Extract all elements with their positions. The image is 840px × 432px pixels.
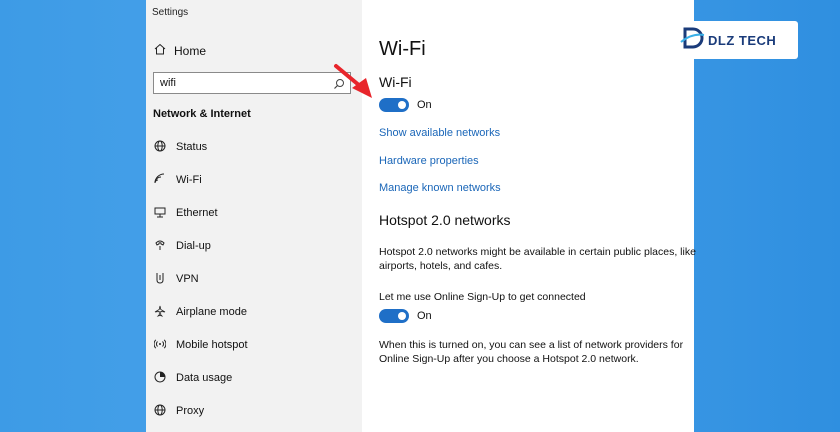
logo-mark-icon bbox=[680, 25, 706, 56]
sidebar-item-label: Airplane mode bbox=[176, 306, 247, 318]
sidebar-item-label: Wi-Fi bbox=[176, 174, 202, 186]
data-usage-icon bbox=[154, 371, 166, 386]
toggle-knob bbox=[398, 101, 406, 109]
red-arrow-annotation bbox=[334, 64, 372, 98]
globe-icon bbox=[154, 140, 166, 155]
sidebar-item-vpn[interactable]: VPN bbox=[154, 271, 199, 287]
sidebar-item-airplane-mode[interactable]: Airplane mode bbox=[154, 304, 247, 320]
section-title: Network & Internet bbox=[153, 108, 251, 120]
hotspot-icon bbox=[153, 338, 167, 353]
hotspot-description: Hotspot 2.0 networks might be available … bbox=[379, 246, 696, 272]
sidebar-item-label: Data usage bbox=[176, 372, 233, 384]
wifi-icon bbox=[154, 173, 166, 188]
hotspot-footer-text: When this is turned on, you can see a li… bbox=[379, 339, 684, 365]
search-input[interactable] bbox=[154, 77, 324, 89]
hardware-properties-link[interactable]: Hardware properties bbox=[379, 155, 479, 167]
logo-text: DLZ TECH bbox=[708, 32, 777, 48]
manage-known-networks-link[interactable]: Manage known networks bbox=[379, 182, 501, 194]
sidebar-item-label: Mobile hotspot bbox=[176, 339, 248, 351]
hotspot-heading: Hotspot 2.0 networks bbox=[379, 212, 511, 228]
wifi-toggle-label: On bbox=[417, 99, 432, 111]
app-title: Settings bbox=[152, 7, 189, 18]
sidebar-item-ethernet[interactable]: Ethernet bbox=[154, 205, 218, 221]
sidebar-item-label: Status bbox=[176, 141, 208, 153]
show-available-networks-link[interactable]: Show available networks bbox=[379, 127, 500, 139]
sidebar-item-label: Ethernet bbox=[176, 207, 218, 219]
search-box[interactable] bbox=[153, 72, 351, 94]
home-link[interactable]: Home bbox=[154, 43, 206, 58]
settings-window: Settings Home Network & Internet Status … bbox=[146, 0, 696, 432]
page-title: Wi-Fi bbox=[379, 38, 426, 60]
main-content: Wi-Fi Wi-Fi On Show available networks H… bbox=[362, 0, 696, 432]
toggle-knob bbox=[398, 312, 406, 320]
brand-logo: DLZ TECH bbox=[672, 21, 798, 59]
sidebar-item-label: VPN bbox=[176, 273, 199, 285]
dialup-icon bbox=[154, 239, 166, 254]
sidebar-item-dialup[interactable]: Dial-up bbox=[154, 238, 211, 254]
wifi-heading: Wi-Fi bbox=[379, 74, 412, 90]
home-icon bbox=[154, 43, 166, 58]
sidebar-item-data-usage[interactable]: Data usage bbox=[154, 370, 232, 386]
ethernet-icon bbox=[154, 206, 166, 221]
vpn-icon bbox=[154, 272, 166, 287]
sidebar-item-label: Proxy bbox=[176, 405, 205, 417]
sidebar-item-mobile-hotspot[interactable]: Mobile hotspot bbox=[153, 337, 248, 353]
sidebar-item-proxy[interactable]: Proxy bbox=[154, 403, 204, 419]
signup-toggle-label: On bbox=[417, 310, 432, 322]
signup-label: Let me use Online Sign-Up to get connect… bbox=[379, 291, 586, 303]
globe-icon bbox=[154, 404, 166, 419]
sidebar-item-status[interactable]: Status bbox=[154, 139, 207, 155]
wifi-toggle[interactable] bbox=[379, 98, 409, 112]
sidebar-item-wifi[interactable]: Wi-Fi bbox=[154, 172, 202, 188]
signup-toggle[interactable] bbox=[379, 309, 409, 323]
home-label: Home bbox=[174, 43, 207, 58]
sidebar-item-label: Dial-up bbox=[176, 240, 211, 252]
airplane-icon bbox=[154, 305, 166, 320]
signup-toggle-row: On bbox=[379, 309, 432, 323]
wifi-toggle-row: On bbox=[379, 98, 432, 112]
